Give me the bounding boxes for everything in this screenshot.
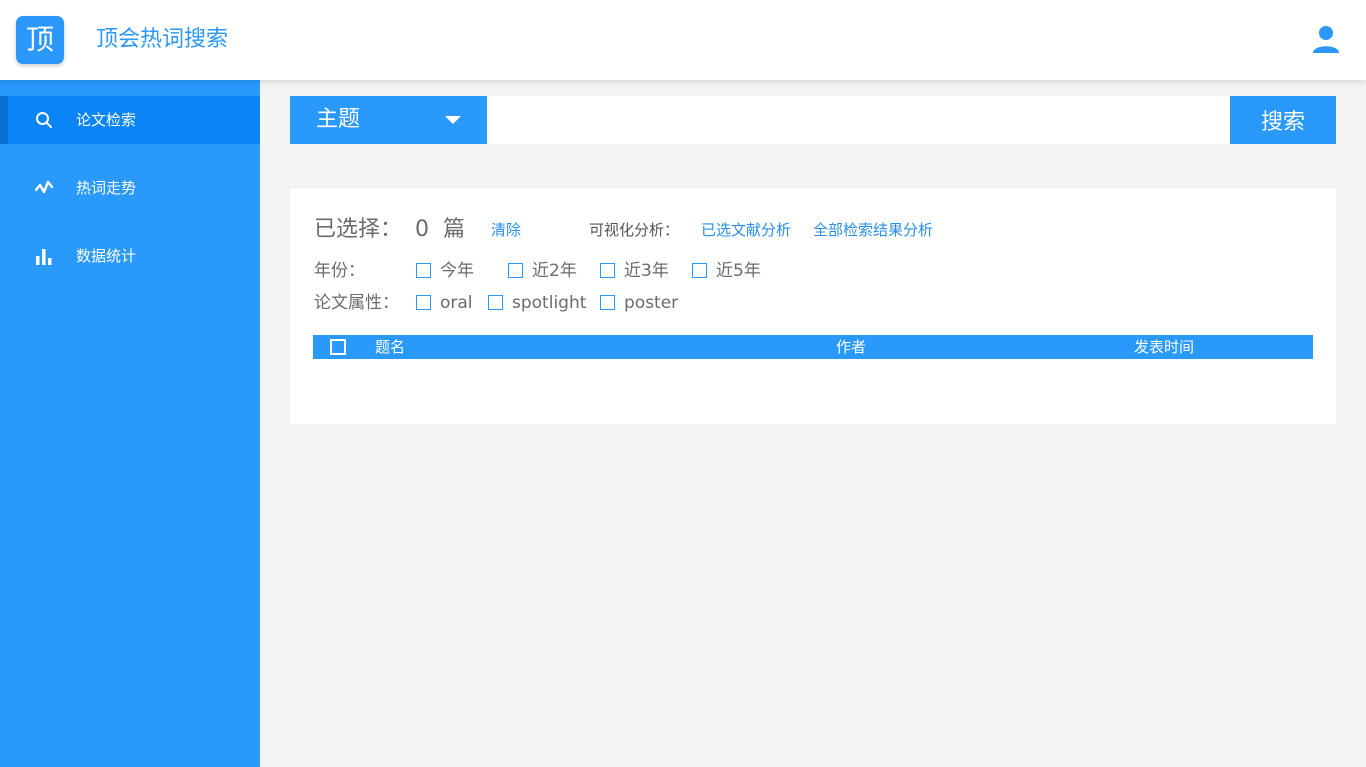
year-option-label: 近5年 [716, 261, 761, 281]
attr-option-label: poster [624, 293, 679, 313]
app-logo[interactable]: 顶 [16, 16, 64, 64]
year-2y-checkbox[interactable] [508, 263, 523, 278]
select-all-checkbox[interactable] [330, 339, 346, 355]
viz-all-link[interactable]: 全部检索结果分析 [813, 215, 933, 245]
year-option-label: 近2年 [532, 261, 577, 281]
attr-option-label: oral [440, 293, 473, 313]
year-3y-checkbox[interactable] [600, 263, 615, 278]
attr-poster-checkbox[interactable] [600, 295, 615, 310]
attr-option-label: spotlight [512, 293, 587, 313]
attr-spotlight-checkbox[interactable] [488, 295, 503, 310]
clear-link[interactable]: 清除 [491, 215, 521, 245]
search-button[interactable]: 搜索 [1230, 96, 1336, 144]
sidebar: 论文检索 热词走势 数据统计 [0, 80, 260, 767]
app-title: 顶会热词搜索 [96, 27, 229, 52]
selected-count: 0 [415, 217, 429, 242]
sidebar-item-label: 热词走势 [76, 179, 137, 197]
year-5y-checkbox[interactable] [692, 263, 707, 278]
results-table-header: 题名 作者 发表时间 [313, 335, 1313, 359]
sidebar-item-paper-search[interactable]: 论文检索 [0, 96, 260, 144]
column-title[interactable]: 题名 [375, 335, 405, 359]
selected-unit: 篇 [443, 217, 466, 242]
year-this-year-checkbox[interactable] [416, 263, 431, 278]
sidebar-item-data-stats[interactable]: 数据统计 [0, 232, 260, 280]
search-field-select[interactable]: 主题 [290, 96, 487, 144]
bar-chart-icon [36, 249, 52, 265]
viz-selected-link[interactable]: 已选文献分析 [701, 215, 791, 245]
sidebar-item-hotword-trend[interactable]: 热词走势 [0, 164, 260, 212]
top-header: 顶 顶会热词搜索 [0, 0, 1366, 80]
trend-icon [35, 180, 53, 194]
user-icon[interactable] [1311, 24, 1341, 54]
attr-label: 论文属性： [314, 293, 399, 313]
attr-oral-checkbox[interactable] [416, 295, 431, 310]
column-publish-time[interactable]: 发表时间 [1134, 335, 1194, 359]
search-input[interactable] [487, 96, 1230, 144]
column-author[interactable]: 作者 [836, 335, 866, 359]
selected-label: 已选择： [314, 217, 403, 242]
caret-down-icon [445, 116, 461, 124]
sidebar-item-label: 数据统计 [76, 247, 137, 265]
sidebar-item-label: 论文检索 [76, 111, 137, 129]
viz-label: 可视化分析： [589, 221, 680, 239]
year-option-label: 今年 [440, 261, 474, 281]
year-label: 年份： [314, 261, 365, 281]
search-icon [36, 112, 52, 128]
results-panel: 已选择： 0 篇 清除 可视化分析： 已选文献分析 全部检索结果分析 年份： 今… [290, 189, 1336, 424]
search-field-value: 主题 [316, 107, 361, 132]
year-option-label: 近3年 [624, 261, 669, 281]
